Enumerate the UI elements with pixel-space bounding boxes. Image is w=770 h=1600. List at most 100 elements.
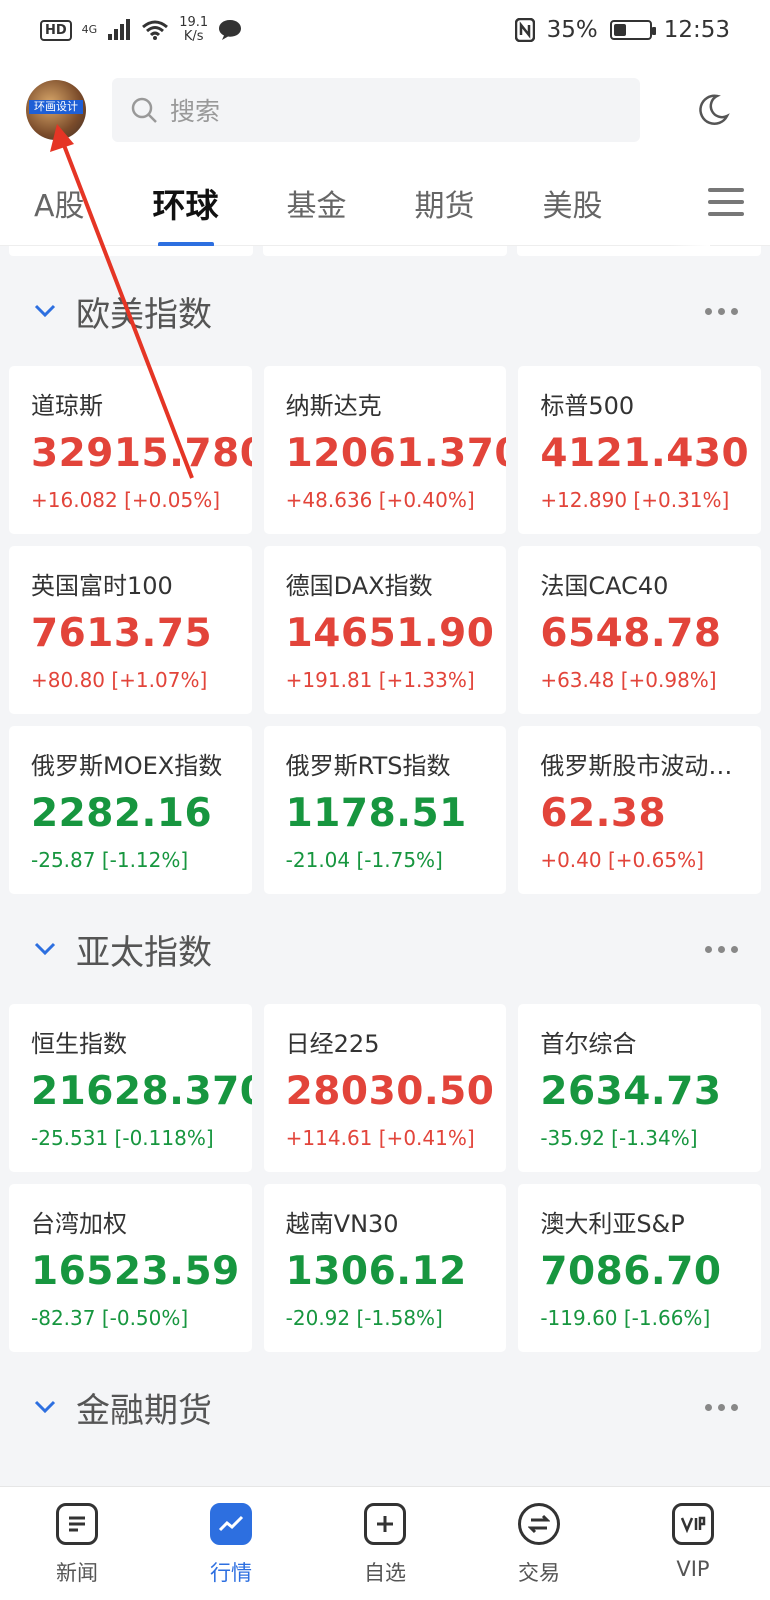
more-icon[interactable] bbox=[705, 1403, 738, 1411]
more-icon[interactable] bbox=[705, 945, 738, 953]
index-change: +16.082 [+0.05%] bbox=[31, 488, 220, 512]
index-name: 德国DAX指数 bbox=[285, 572, 433, 600]
index-name: 道琼斯 bbox=[31, 392, 103, 420]
battery-icon bbox=[609, 20, 656, 40]
index-change: -20.92 [-1.58%] bbox=[285, 1306, 443, 1330]
nav-label: 新闻 bbox=[56, 1561, 98, 1585]
chevron-down-icon bbox=[34, 942, 56, 956]
content: 欧美指数 道琼斯 32915.780 +16.082 [+0.05%] 纳斯达克 120… bbox=[0, 246, 770, 1486]
clock: 12:53 bbox=[663, 17, 730, 43]
section-header-euro-us[interactable]: 欧美指数 bbox=[0, 256, 770, 366]
index-value: 21628.370 bbox=[31, 1069, 252, 1114]
index-value: 2634.73 bbox=[540, 1069, 722, 1114]
index-card[interactable]: 首尔综合 2634.73 -35.92 [-1.34%] bbox=[518, 1004, 761, 1172]
index-name: 越南VN30 bbox=[285, 1210, 399, 1238]
index-value: 14651.90 bbox=[285, 611, 495, 656]
index-card[interactable]: 俄罗斯股市波动… 62.38 +0.40 [+0.65%] bbox=[518, 726, 761, 894]
index-card[interactable]: 俄罗斯MOEX指数 2282.16 -25.87 [-1.12%] bbox=[9, 726, 252, 894]
news-icon bbox=[56, 1503, 98, 1545]
nav-news[interactable]: 新闻 bbox=[0, 1487, 154, 1600]
header: 环画设计 搜索 bbox=[0, 60, 770, 160]
index-card[interactable]: 澳大利亚S&P 7086.70 -119.60 [-1.66%] bbox=[518, 1184, 761, 1352]
index-change: -119.60 [-1.66%] bbox=[540, 1306, 711, 1330]
index-grid-asia-pacific: 恒生指数 21628.370 -25.531 [-0.118%] 日经225 28030… bbox=[0, 1004, 770, 1352]
nav-label: 交易 bbox=[518, 1561, 560, 1585]
bottom-nav: 新闻 行情 自选 交易 VIP bbox=[0, 1486, 770, 1600]
section-header-asia-pacific[interactable]: 亚太指数 bbox=[0, 894, 770, 1004]
nav-label: 自选 bbox=[364, 1561, 406, 1585]
tab-us-stocks[interactable]: 美股 bbox=[543, 181, 603, 225]
network-speed: 19.1 K/s bbox=[179, 15, 209, 44]
index-change: -35.92 [-1.34%] bbox=[540, 1126, 698, 1150]
index-card[interactable]: 德国DAX指数 14651.90 +191.81 [+1.33%] bbox=[263, 546, 507, 714]
section-header-financial-futures[interactable]: 金融期货 bbox=[0, 1352, 770, 1462]
index-name: 俄罗斯股市波动… bbox=[540, 752, 733, 780]
index-value: 7086.70 bbox=[540, 1249, 722, 1294]
nav-label: 行情 bbox=[210, 1561, 252, 1585]
market-tabs: A股 环球 基金 期货 美股 bbox=[0, 160, 770, 247]
index-grid-euro-us: 道琼斯 32915.780 +16.082 [+0.05%] 纳斯达克 12061.37… bbox=[0, 366, 770, 894]
moon-icon[interactable] bbox=[696, 93, 730, 127]
tab-global[interactable]: 环球 bbox=[153, 179, 219, 247]
index-card[interactable]: 越南VN30 1306.12 -20.92 [-1.58%] bbox=[263, 1184, 507, 1352]
menu-icon[interactable] bbox=[708, 184, 744, 220]
tab-futures[interactable]: 期货 bbox=[415, 181, 475, 225]
search-input[interactable]: 搜索 bbox=[112, 78, 640, 142]
battery-percent: 35% bbox=[546, 17, 598, 43]
index-value: 1306.12 bbox=[285, 1249, 467, 1294]
index-change: +63.48 [+0.98%] bbox=[540, 668, 717, 692]
index-change: -82.37 [-0.50%] bbox=[31, 1306, 189, 1330]
index-change: +12.890 [+0.31%] bbox=[540, 488, 730, 512]
index-change: +191.81 [+1.33%] bbox=[285, 668, 475, 692]
avatar-logo-text: 环画设计 bbox=[29, 100, 83, 114]
exchange-icon bbox=[518, 1503, 560, 1545]
network-type: 4G bbox=[81, 23, 98, 36]
index-value: 62.38 bbox=[540, 791, 667, 836]
index-card[interactable]: 道琼斯 32915.780 +16.082 [+0.05%] bbox=[9, 366, 252, 534]
tabs-fade bbox=[670, 160, 710, 246]
status-bar: HD 4G 19.1 K/s 35% 12:53 bbox=[0, 0, 770, 60]
nav-market[interactable]: 行情 bbox=[154, 1487, 308, 1600]
index-change: +114.61 [+0.41%] bbox=[285, 1126, 475, 1150]
index-change: -25.531 [-0.118%] bbox=[31, 1126, 214, 1150]
chart-trend-icon bbox=[210, 1503, 252, 1545]
index-change: -25.87 [-1.12%] bbox=[31, 848, 189, 872]
index-name: 纳斯达克 bbox=[285, 392, 382, 420]
index-card[interactable]: 台湾加权 16523.59 -82.37 [-0.50%] bbox=[9, 1184, 252, 1352]
avatar[interactable]: 环画设计 bbox=[26, 80, 86, 140]
index-card[interactable]: 纳斯达克 12061.370 +48.636 [+0.40%] bbox=[263, 366, 507, 534]
search-placeholder: 搜索 bbox=[170, 97, 221, 126]
index-card[interactable]: 标普500 4121.430 +12.890 [+0.31%] bbox=[518, 366, 761, 534]
index-value: 16523.59 bbox=[31, 1249, 240, 1294]
section-title: 亚太指数 bbox=[76, 932, 212, 973]
nav-vip[interactable]: VIP bbox=[616, 1487, 770, 1600]
index-name: 台湾加权 bbox=[31, 1210, 127, 1238]
index-name: 俄罗斯MOEX指数 bbox=[31, 752, 223, 780]
nav-watchlist[interactable]: 自选 bbox=[308, 1487, 462, 1600]
plus-icon bbox=[364, 1503, 406, 1545]
index-card[interactable]: 恒生指数 21628.370 -25.531 [-0.118%] bbox=[9, 1004, 252, 1172]
index-change: +48.636 [+0.40%] bbox=[285, 488, 475, 512]
section-title: 金融期货 bbox=[76, 1390, 212, 1431]
index-change: -21.04 [-1.75%] bbox=[285, 848, 443, 872]
index-value: 12061.370 bbox=[285, 431, 507, 476]
more-icon[interactable] bbox=[705, 307, 738, 315]
index-change: +0.40 [+0.65%] bbox=[540, 848, 704, 872]
index-value: 4121.430 bbox=[540, 431, 750, 476]
nav-trade[interactable]: 交易 bbox=[462, 1487, 616, 1600]
index-card[interactable]: 英国富时100 7613.75 +80.80 [+1.07%] bbox=[9, 546, 252, 714]
battery-level bbox=[613, 24, 626, 36]
index-value: 2282.16 bbox=[31, 791, 213, 836]
index-card[interactable]: 俄罗斯RTS指数 1178.51 -21.04 [-1.75%] bbox=[263, 726, 507, 894]
tab-a-shares[interactable]: A股 bbox=[34, 181, 85, 225]
index-name: 法国CAC40 bbox=[540, 572, 669, 600]
index-value: 32915.780 bbox=[31, 431, 252, 476]
index-value: 1178.51 bbox=[285, 791, 467, 836]
index-name: 俄罗斯RTS指数 bbox=[285, 752, 451, 780]
index-card[interactable]: 法国CAC40 6548.78 +63.48 [+0.98%] bbox=[518, 546, 761, 714]
tab-funds[interactable]: 基金 bbox=[287, 181, 347, 225]
chevron-down-icon bbox=[34, 304, 56, 318]
previous-cards-edge bbox=[0, 246, 770, 256]
index-card[interactable]: 日经225 28030.50 +114.61 [+0.41%] bbox=[263, 1004, 507, 1172]
index-name: 标普500 bbox=[540, 392, 635, 420]
